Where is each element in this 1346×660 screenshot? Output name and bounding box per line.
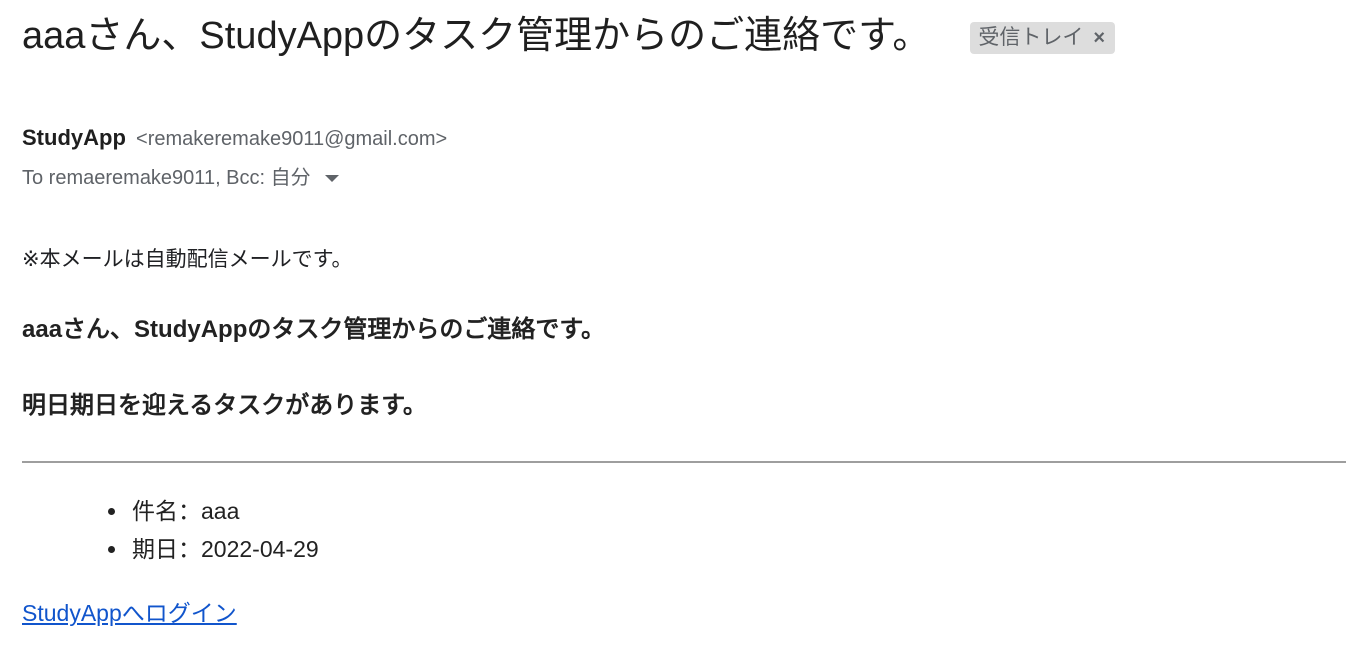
- bullet-icon: [108, 507, 115, 515]
- recipients-text: To remaeremake9011, Bcc: 自分: [22, 167, 311, 189]
- recipients-row: To remaeremake9011, Bcc: 自分: [22, 162, 339, 194]
- sender-name[interactable]: StudyApp: [22, 125, 126, 150]
- list-item: 期日：2022-04-29: [108, 530, 319, 568]
- task-details-list: 件名：aaa 期日：2022-04-29: [108, 492, 319, 568]
- sender-row: StudyApp <remakeremake9011@gmail.com>: [22, 122, 447, 155]
- chevron-down-icon[interactable]: [324, 174, 339, 182]
- sender-email: <remakeremake9011@gmail.com>: [136, 128, 448, 150]
- subject-row: aaaさん、StudyAppのタスク管理からのご連絡です。 受信トレイ ×: [22, 10, 1116, 62]
- login-link[interactable]: StudyAppへログイン: [22, 596, 237, 630]
- body-heading: aaaさん、StudyAppのタスク管理からのご連絡です。: [22, 316, 605, 343]
- bullet-icon: [108, 545, 115, 553]
- email-subject: aaaさん、StudyAppのタスク管理からのご連絡です。: [22, 15, 931, 57]
- divider: [22, 461, 1346, 463]
- auto-mail-notice: ※本メールは自動配信メールです。: [22, 248, 353, 271]
- inbox-label-chip[interactable]: 受信トレイ ×: [970, 22, 1116, 54]
- close-icon[interactable]: ×: [1093, 22, 1105, 54]
- body-subheading: 明日期日を迎えるタスクがあります。: [22, 392, 427, 419]
- task-due-date: 期日：2022-04-29: [132, 536, 319, 562]
- list-item: 件名：aaa: [108, 492, 319, 530]
- task-name: 件名：aaa: [132, 498, 240, 524]
- inbox-label-text: 受信トレイ: [978, 26, 1084, 49]
